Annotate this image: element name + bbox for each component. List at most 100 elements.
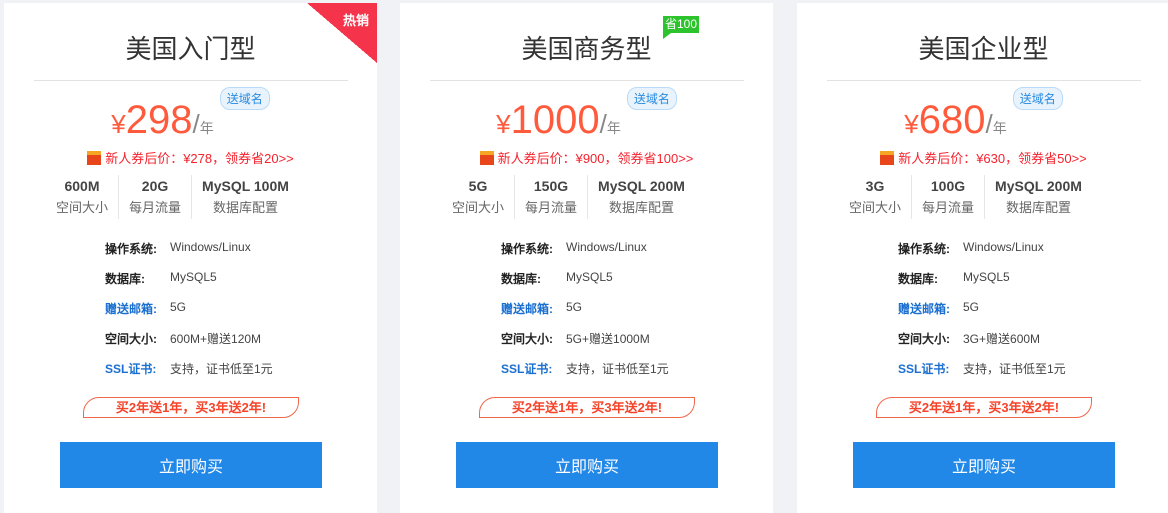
feature-row: 赠送邮箱: 5G bbox=[898, 300, 1066, 330]
feature-value: 600M+赠送120M bbox=[170, 332, 262, 346]
promo-banner: 买2年送1年，买3年送2年! bbox=[83, 397, 299, 418]
spec-value: 150G bbox=[533, 178, 569, 194]
divider bbox=[34, 80, 348, 81]
feature-row: SSL证书: 支持，证书低至1元 bbox=[898, 360, 1066, 390]
spec-value: 100G bbox=[930, 178, 966, 194]
spec-item: 100G 每月流量 bbox=[912, 175, 986, 219]
gift-icon bbox=[87, 151, 102, 165]
feature-row: 赠送邮箱: 5G bbox=[501, 300, 669, 330]
spec-item: 5G 空间大小 bbox=[442, 175, 516, 219]
feature-value: Windows/Linux bbox=[566, 240, 647, 254]
feature-value: Windows/Linux bbox=[963, 240, 1044, 254]
feature-value: 支持，证书低至1元 bbox=[566, 362, 669, 376]
spec-label: 数据库配置 bbox=[212, 200, 278, 215]
feature-value: MySQL5 bbox=[963, 270, 1010, 284]
coupon-text: 新人券后价：¥278，领券省20>> bbox=[105, 151, 294, 166]
plan-title: 美国入门型 bbox=[125, 34, 256, 64]
feature-key: 空间大小: bbox=[898, 332, 950, 346]
hot-badge-label: 热销 bbox=[342, 13, 369, 28]
buy-now-button[interactable]: 立即购买 bbox=[60, 442, 322, 488]
spec-label: 数据库配置 bbox=[608, 200, 674, 215]
spec-item: 150G 每月流量 bbox=[515, 175, 589, 219]
unit-slash: / bbox=[985, 109, 993, 139]
spec-label: 空间大小 bbox=[56, 200, 109, 215]
feature-key: 操作系统: bbox=[501, 242, 553, 256]
promo-banner: 买2年送1年，买3年送2年! bbox=[876, 397, 1092, 418]
buy-now-button[interactable]: 立即购买 bbox=[456, 442, 718, 488]
spec-value: 20G bbox=[141, 178, 169, 194]
coupon-text: 新人券后价：¥630，领券省50>> bbox=[898, 151, 1087, 166]
feature-key: 赠送邮箱: bbox=[898, 302, 950, 316]
feature-row: SSL证书: 支持，证书低至1元 bbox=[105, 360, 273, 390]
feature-value: 支持，证书低至1元 bbox=[963, 362, 1066, 376]
domain-gift-tag: 送域名 bbox=[219, 87, 270, 110]
feature-key: 操作系统: bbox=[898, 242, 950, 256]
spec-row: 5G 空间大小 150G 每月流量 MySQL 200M 数据库配置 bbox=[442, 175, 742, 219]
feature-key: 赠送邮箱: bbox=[105, 302, 157, 316]
spec-item: 20G 每月流量 bbox=[119, 175, 193, 219]
feature-value: 5G+赠送1000M bbox=[566, 332, 650, 346]
feature-value: MySQL5 bbox=[170, 270, 217, 284]
feature-key: SSL证书: bbox=[105, 362, 157, 376]
coupon-link[interactable]: 新人券后价：¥278，领券省20>> bbox=[4, 148, 377, 167]
feature-value: 5G bbox=[963, 300, 980, 314]
spec-value: MySQL 100M bbox=[202, 178, 289, 194]
feature-row: 数据库: MySQL5 bbox=[105, 270, 273, 300]
feature-key: SSL证书: bbox=[501, 362, 553, 376]
feature-value: 支持，证书低至1元 bbox=[170, 362, 273, 376]
feature-key: 数据库: bbox=[105, 272, 145, 286]
price-unit: 年 bbox=[606, 120, 621, 136]
spec-label: 每月流量 bbox=[922, 200, 975, 215]
feature-key: 空间大小: bbox=[501, 332, 553, 346]
divider bbox=[430, 80, 744, 81]
feature-row: 空间大小: 3G+赠送600M bbox=[898, 330, 1066, 360]
feature-key: 空间大小: bbox=[105, 332, 157, 346]
spec-label: 空间大小 bbox=[849, 200, 902, 215]
plan-card: 热销 美国入门型 ¥298/年送域名 新人券后价：¥278，领券省20>> 60… bbox=[4, 3, 377, 513]
gift-icon bbox=[479, 151, 494, 165]
feature-key: 数据库: bbox=[501, 272, 541, 286]
feature-value: Windows/Linux bbox=[170, 240, 251, 254]
feature-key: 操作系统: bbox=[105, 242, 157, 256]
spec-item: MySQL 100M 数据库配置 bbox=[192, 175, 299, 219]
coupon-text: 新人券后价：¥900，领券省100>> bbox=[497, 151, 694, 166]
currency: ¥ bbox=[904, 109, 919, 139]
spec-item: MySQL 200M 数据库配置 bbox=[985, 175, 1092, 219]
feature-value: MySQL5 bbox=[566, 270, 613, 284]
domain-gift-tag: 送域名 bbox=[626, 87, 677, 110]
feature-row: 操作系统: Windows/Linux bbox=[501, 240, 669, 270]
plan-title: 美国企业型 bbox=[918, 34, 1049, 64]
spec-label: 空间大小 bbox=[452, 200, 505, 215]
currency: ¥ bbox=[111, 109, 126, 139]
feature-row: 操作系统: Windows/Linux bbox=[105, 240, 273, 270]
buy-now-button[interactable]: 立即购买 bbox=[853, 442, 1115, 488]
feature-row: 空间大小: 5G+赠送1000M bbox=[501, 330, 669, 360]
spec-value: MySQL 200M bbox=[598, 178, 685, 194]
coupon-link[interactable]: 新人券后价：¥630，领券省50>> bbox=[797, 148, 1168, 167]
feature-value: 3G+赠送600M bbox=[963, 332, 1041, 346]
plan-price: ¥298/年送域名 bbox=[4, 87, 377, 143]
feature-key: 数据库: bbox=[898, 272, 938, 286]
plan-price: ¥1000/年送域名 bbox=[400, 87, 773, 143]
spec-item: 3G 空间大小 bbox=[839, 175, 913, 219]
unit-slash: / bbox=[192, 109, 200, 139]
plan-card: 省100 美国商务型 ¥1000/年送域名 新人券后价：¥900，领券省100>… bbox=[400, 3, 773, 513]
feature-list: 操作系统: Windows/Linux 数据库: MySQL5 赠送邮箱: 5G 空间大小:… bbox=[105, 240, 273, 390]
spec-label: 数据库配置 bbox=[1005, 200, 1071, 215]
feature-row: 赠送邮箱: 5G bbox=[105, 300, 273, 330]
spec-item: 600M 空间大小 bbox=[46, 175, 120, 219]
plan-card: 美国企业型 ¥680/年送域名 新人券后价：¥630，领券省50>> 3G 空间大… bbox=[797, 3, 1168, 513]
spec-label: 每月流量 bbox=[129, 200, 182, 215]
feature-key: 赠送邮箱: bbox=[501, 302, 553, 316]
gift-icon bbox=[880, 151, 895, 165]
feature-row: 数据库: MySQL5 bbox=[898, 270, 1066, 300]
spec-value: 5G bbox=[468, 178, 488, 194]
price-value: 298 bbox=[125, 98, 193, 142]
price-value: 1000 bbox=[510, 98, 600, 142]
feature-row: 空间大小: 600M+赠送120M bbox=[105, 330, 273, 360]
feature-value: 5G bbox=[566, 300, 583, 314]
coupon-link[interactable]: 新人券后价：¥900，领券省100>> bbox=[400, 148, 773, 167]
price-value: 680 bbox=[918, 98, 986, 142]
price-unit: 年 bbox=[992, 120, 1007, 136]
spec-label: 每月流量 bbox=[525, 200, 578, 215]
